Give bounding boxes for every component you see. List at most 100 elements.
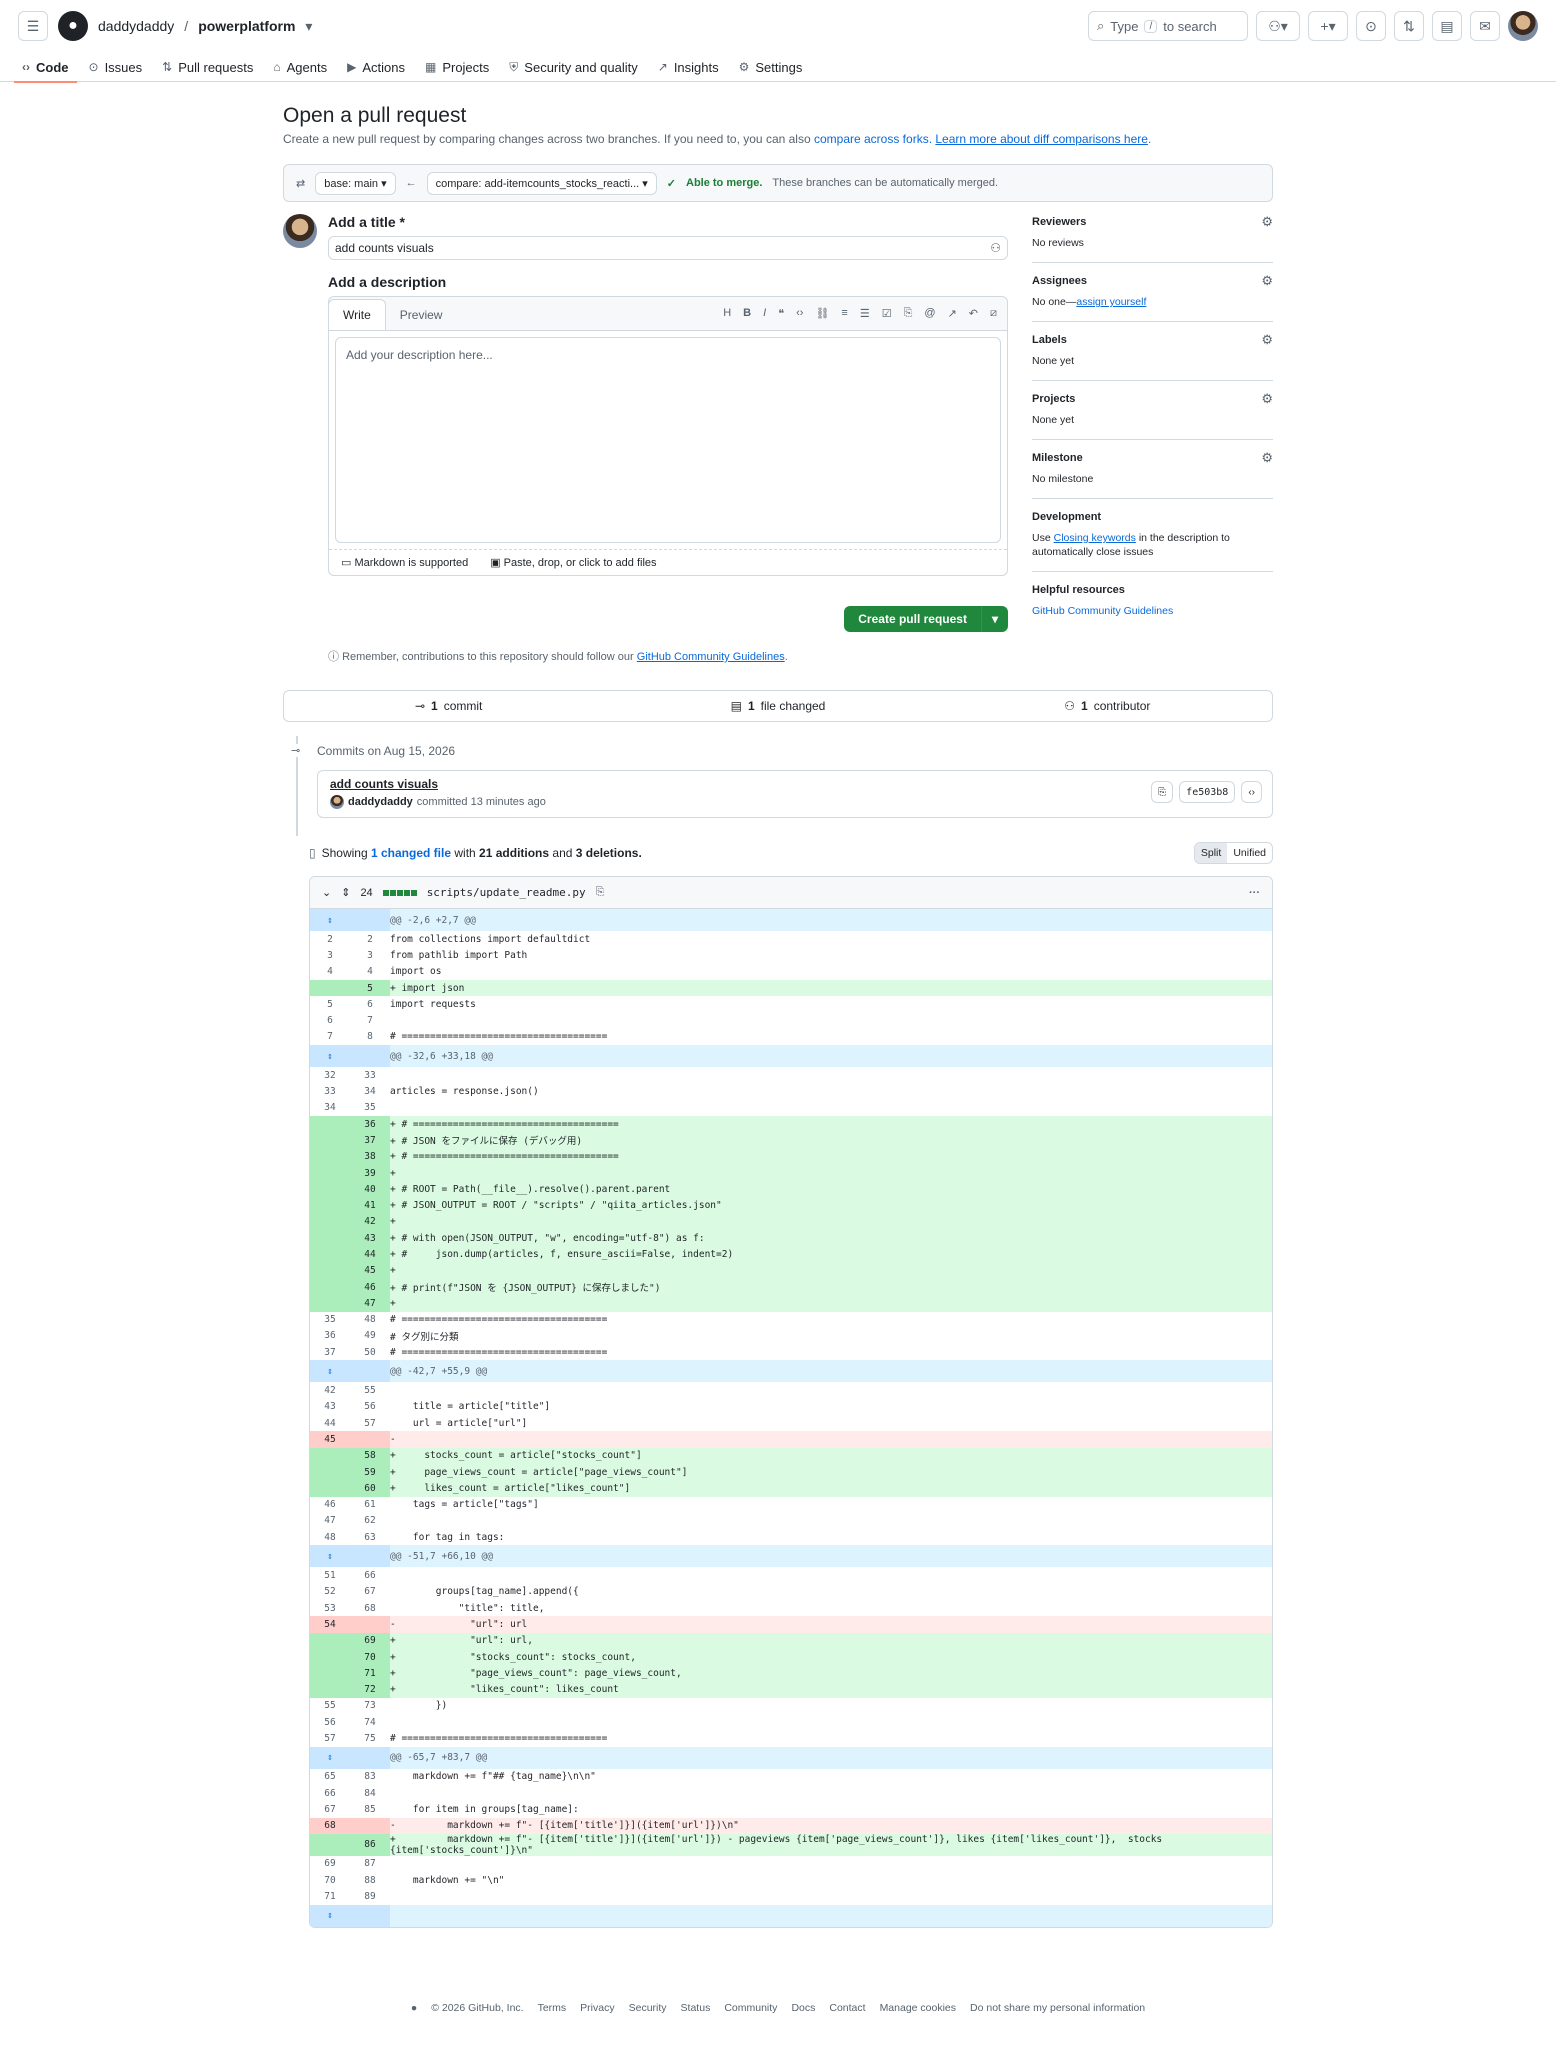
hunk-header[interactable]: ⇕ @@ -51,7 +66,10 @@: [310, 1545, 1272, 1568]
tab-preview[interactable]: Preview: [386, 300, 457, 330]
bold-icon[interactable]: B: [743, 307, 751, 320]
title-input[interactable]: add counts visuals ⚇: [328, 236, 1008, 260]
inbox-icon[interactable]: ✉: [1470, 11, 1500, 41]
copy-path-icon[interactable]: ⎘: [596, 886, 605, 899]
menu-icon[interactable]: ☰: [18, 11, 48, 41]
footer-link[interactable]: Community: [724, 2002, 777, 2014]
create-pull-request-button[interactable]: Create pull request ▾: [844, 606, 1008, 632]
chevron-down-icon[interactable]: ⌄: [322, 886, 331, 899]
reference-icon[interactable]: ↗: [948, 307, 957, 320]
gear-icon[interactable]: ⚙: [1261, 450, 1273, 466]
merge-status-desc: These branches can be automatically merg…: [772, 177, 999, 189]
reply-icon[interactable]: ↶: [969, 307, 978, 320]
unified-view-button[interactable]: Unified: [1227, 843, 1272, 863]
numbered-list-icon[interactable]: ≡: [841, 307, 847, 320]
diff-line: 55 73 }): [324, 1700, 448, 1712]
user-avatar[interactable]: [1508, 11, 1538, 41]
tab-security-and-quality[interactable]: ⛨ Security and quality: [501, 52, 645, 82]
tab-settings[interactable]: ⚙ Settings: [731, 52, 811, 82]
diff-line: 66 84: [324, 1787, 376, 1799]
hunk-header[interactable]: ⇕ @@ -2,6 +2,7 @@: [310, 909, 1272, 931]
learn-more-link[interactable]: Learn more about diff comparisons here: [935, 132, 1148, 146]
github-logo-icon[interactable]: ●: [58, 11, 88, 41]
swap-branches-icon[interactable]: ⇄: [296, 177, 305, 190]
repo-link[interactable]: powerplatform: [198, 18, 295, 34]
footer-link[interactable]: Do not share my personal information: [970, 2002, 1145, 2014]
tab-issues[interactable]: ⊙ Issues: [81, 52, 151, 82]
italic-icon[interactable]: I: [763, 307, 766, 320]
tab-write[interactable]: Write: [328, 299, 386, 330]
heading-icon[interactable]: H: [723, 307, 731, 320]
commits-tab[interactable]: ⊸ 1 commit: [284, 691, 613, 721]
gear-icon[interactable]: ⚙: [1261, 214, 1273, 230]
copy-sha-icon[interactable]: ⎘: [1151, 781, 1174, 803]
browse-code-icon[interactable]: ‹›: [1241, 781, 1262, 803]
bullet-list-icon[interactable]: ☰: [860, 307, 870, 320]
tab-projects[interactable]: ▦ Projects: [417, 52, 497, 82]
diff-line: 47 62: [324, 1515, 376, 1527]
more-options-icon[interactable]: ···: [1249, 887, 1260, 899]
pull-requests-icon[interactable]: ⇅: [1394, 11, 1424, 41]
avatar: [330, 795, 344, 809]
footer-link[interactable]: Manage cookies: [880, 2002, 956, 2014]
closing-keywords-link[interactable]: Closing keywords: [1054, 532, 1136, 544]
compare-branch-select[interactable]: compare: add-itemcounts_stocks_reacti...…: [426, 171, 657, 195]
hunk-header[interactable]: ⇕ @@ -42,7 +55,9 @@: [310, 1360, 1272, 1383]
gear-icon[interactable]: ⚙: [1261, 332, 1273, 348]
split-view-button[interactable]: Split: [1194, 843, 1228, 863]
chevron-down-icon[interactable]: ▾: [305, 18, 312, 35]
changed-files-link[interactable]: 1 changed file: [371, 846, 451, 860]
gear-icon[interactable]: ⚙: [1261, 391, 1273, 407]
footer-link[interactable]: Terms: [538, 2002, 567, 2014]
mention-icon[interactable]: @: [924, 307, 935, 320]
quote-icon[interactable]: ❝: [778, 307, 784, 320]
slash-icon[interactable]: ⧄: [990, 307, 997, 320]
commit-author[interactable]: daddydaddy: [348, 796, 413, 808]
github-logo-icon[interactable]: ●: [411, 2002, 417, 2014]
footer-link[interactable]: Status: [681, 2002, 711, 2014]
tab-agents[interactable]: ⌂ Agents: [265, 52, 335, 82]
hunk-header[interactable]: ⇕ @@ -32,6 +33,18 @@: [310, 1045, 1272, 1068]
contributors-tab[interactable]: ⚇ 1 contributor: [943, 691, 1272, 721]
link-icon[interactable]: ⛓: [815, 307, 829, 320]
files-tab[interactable]: ▤ 1 file changed: [613, 691, 942, 721]
code-icon[interactable]: ‹›: [796, 307, 803, 320]
commit-sha-link[interactable]: fe503b8: [1179, 781, 1236, 803]
copilot-icon[interactable]: ⚇▾: [1256, 11, 1300, 41]
compare-forks-link[interactable]: compare across forks.: [814, 132, 932, 146]
footer-link[interactable]: Contact: [829, 2002, 865, 2014]
tab-code[interactable]: ‹› Code: [14, 52, 77, 83]
tab-actions[interactable]: ▶ Actions: [339, 52, 413, 82]
search-input[interactable]: ⌕ Type / to search: [1088, 11, 1248, 41]
issues-icon[interactable]: ⊙: [1356, 11, 1386, 41]
diff-line: 43 + # with open(JSON_OUTPUT, "w", encodi…: [310, 1230, 1272, 1247]
chevron-down-icon[interactable]: ▾: [980, 606, 1008, 632]
attach-files-button[interactable]: ▣ Paste, drop, or click to add files: [490, 556, 656, 569]
owner-link[interactable]: daddydaddy: [98, 18, 174, 34]
guidelines-link[interactable]: GitHub Community Guidelines: [637, 651, 785, 663]
assign-yourself-link[interactable]: assign yourself: [1076, 296, 1146, 308]
footer-link[interactable]: Security: [629, 2002, 667, 2014]
footer-link[interactable]: Privacy: [580, 2002, 614, 2014]
copilot-icon[interactable]: ⚇: [990, 241, 1001, 255]
gear-icon[interactable]: ⚙: [1261, 273, 1273, 289]
task-list-icon[interactable]: ☑: [882, 307, 892, 320]
footer-link[interactable]: Docs: [791, 2002, 815, 2014]
tab-insights[interactable]: ↗ Insights: [650, 52, 727, 82]
expand-icon[interactable]: ⇕: [341, 886, 350, 899]
sidebar-labels: Labels ⚙ None yet: [1032, 332, 1273, 381]
markdown-supported-link[interactable]: ▭ Markdown is supported: [341, 556, 468, 569]
base-branch-select[interactable]: base: main ▾: [315, 171, 396, 195]
diff-line: 67 85 for item in groups[tag_name]:: [324, 1803, 579, 1815]
settings-icon: ⚙: [738, 60, 750, 74]
description-textarea[interactable]: Add your description here...: [335, 337, 1001, 543]
helpful-guidelines-link[interactable]: GitHub Community Guidelines: [1032, 605, 1173, 617]
hunk-header[interactable]: ⇕ @@ -65,7 +83,7 @@: [310, 1746, 1272, 1769]
tab-pull-requests[interactable]: ⇅ Pull requests: [154, 52, 261, 82]
hunk-header[interactable]: ⇕: [310, 1904, 1272, 1927]
attach-icon[interactable]: ⎘: [904, 307, 913, 320]
repositories-icon[interactable]: ▤: [1432, 11, 1462, 41]
check-icon: ✓: [666, 177, 676, 190]
create-new-icon[interactable]: +▾: [1308, 11, 1348, 41]
commit-title-link[interactable]: add counts visuals: [330, 777, 1260, 791]
